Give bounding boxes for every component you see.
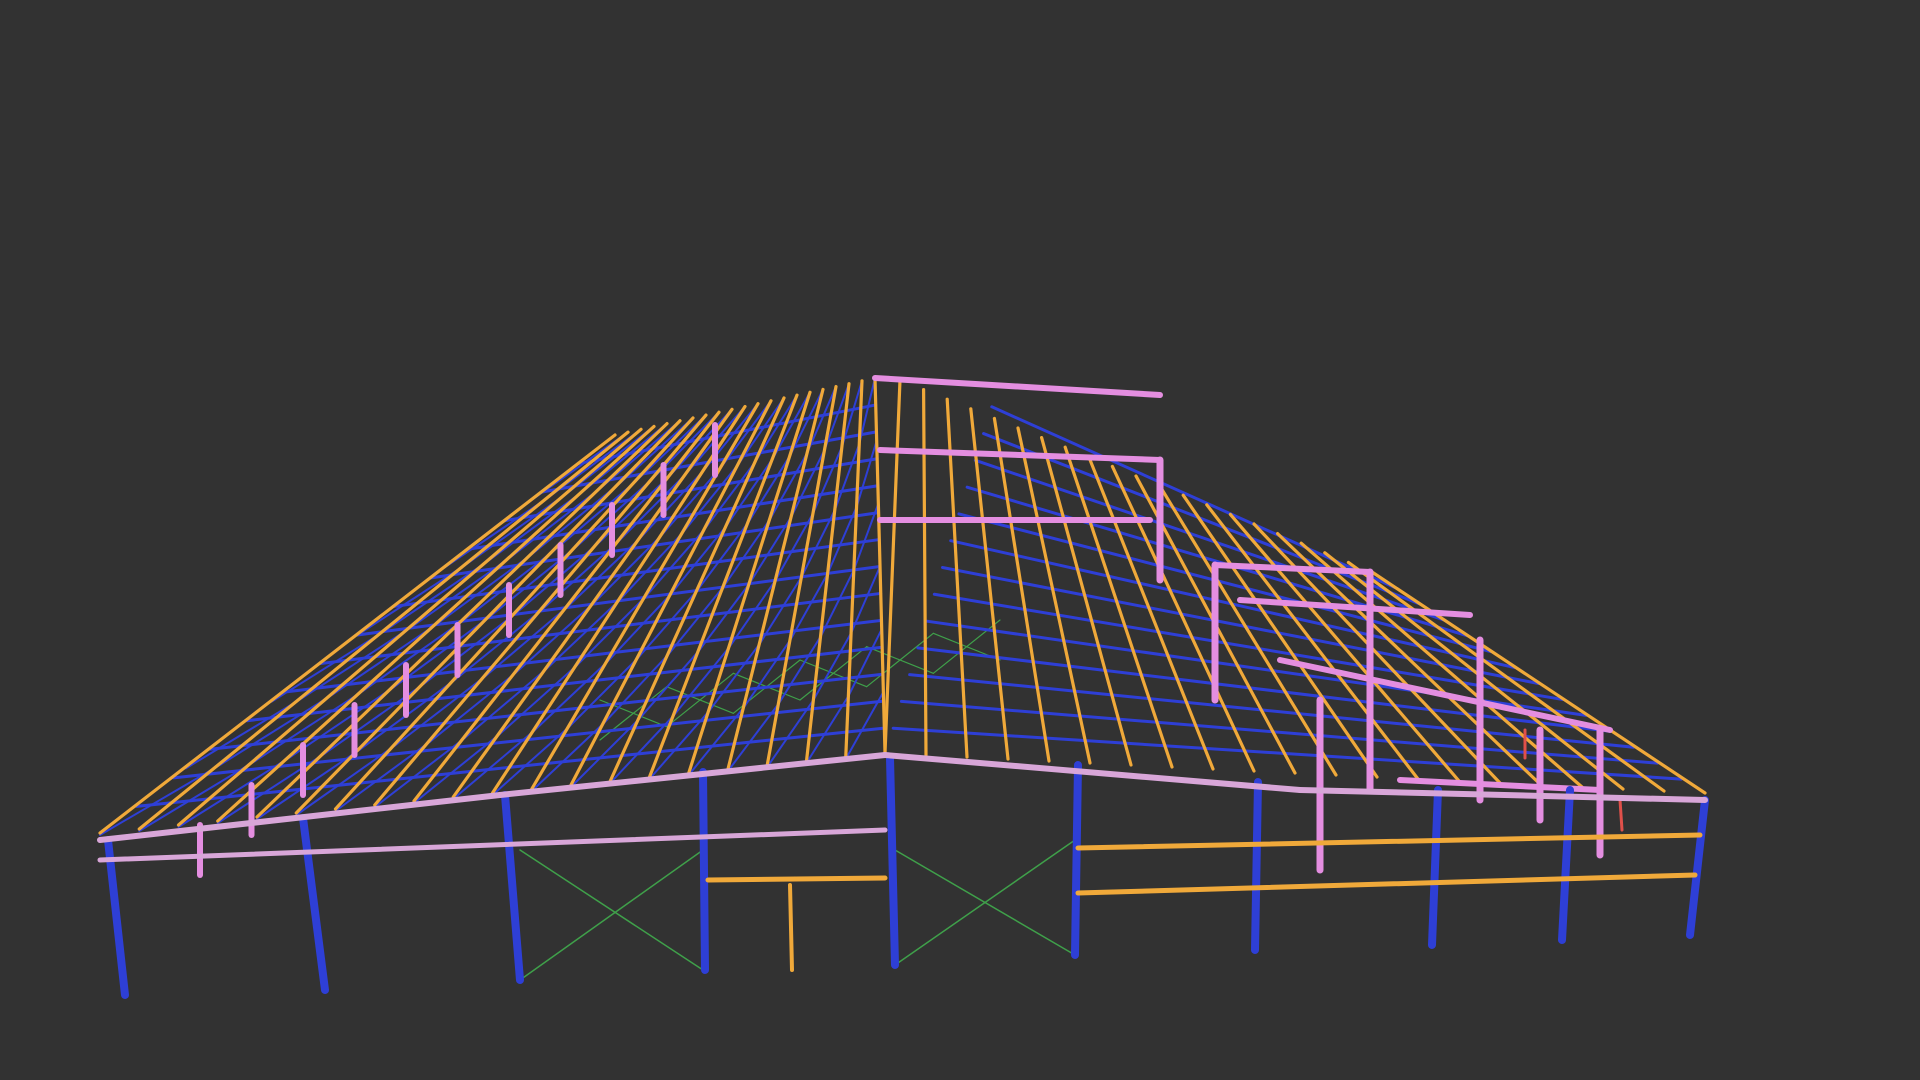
blue-brace bbox=[673, 646, 731, 717]
column bbox=[886, 754, 899, 969]
purlin bbox=[1157, 484, 1338, 777]
red-accent bbox=[1618, 798, 1624, 832]
girt bbox=[1075, 872, 1698, 896]
blue-brace bbox=[530, 721, 606, 792]
column bbox=[699, 768, 709, 974]
blue-brace bbox=[667, 586, 725, 656]
front-rafter bbox=[1297, 787, 1708, 803]
blue-brace bbox=[603, 653, 670, 724]
column bbox=[1558, 786, 1574, 944]
high-frame bbox=[1277, 657, 1613, 733]
girt bbox=[705, 875, 888, 883]
column bbox=[104, 836, 129, 999]
purlin bbox=[921, 388, 928, 757]
purlin bbox=[98, 433, 617, 835]
blue-rafter bbox=[957, 512, 1493, 654]
column bbox=[1428, 786, 1442, 949]
steel-structure-model[interactable] bbox=[0, 0, 1920, 1080]
blue-brace bbox=[659, 467, 722, 537]
blue-brace bbox=[609, 714, 676, 784]
blue-brace bbox=[697, 582, 751, 653]
3d-viewport[interactable] bbox=[0, 0, 1920, 1080]
x-brace bbox=[519, 849, 704, 981]
front-beam-lower bbox=[97, 827, 888, 863]
front-rafter bbox=[882, 752, 1303, 793]
blue-brace bbox=[270, 630, 385, 703]
girt bbox=[1075, 832, 1703, 851]
blue-brace bbox=[648, 710, 710, 780]
blue-brace bbox=[748, 515, 793, 585]
purlin bbox=[216, 424, 656, 823]
blue-brace bbox=[324, 682, 426, 755]
high-frame bbox=[872, 375, 1163, 398]
door-post bbox=[788, 883, 794, 972]
x-brace bbox=[519, 849, 704, 971]
blue-brace bbox=[570, 717, 641, 788]
column bbox=[1071, 761, 1082, 959]
column bbox=[299, 814, 329, 994]
column bbox=[1686, 796, 1709, 939]
x-brace bbox=[894, 839, 1076, 966]
purlin bbox=[1346, 560, 1666, 793]
high-frame bbox=[877, 447, 1163, 463]
column bbox=[1251, 778, 1262, 954]
column bbox=[501, 791, 524, 984]
front-beam-layer bbox=[97, 752, 1708, 972]
blue-brace bbox=[219, 693, 334, 766]
purlin bbox=[883, 378, 902, 755]
